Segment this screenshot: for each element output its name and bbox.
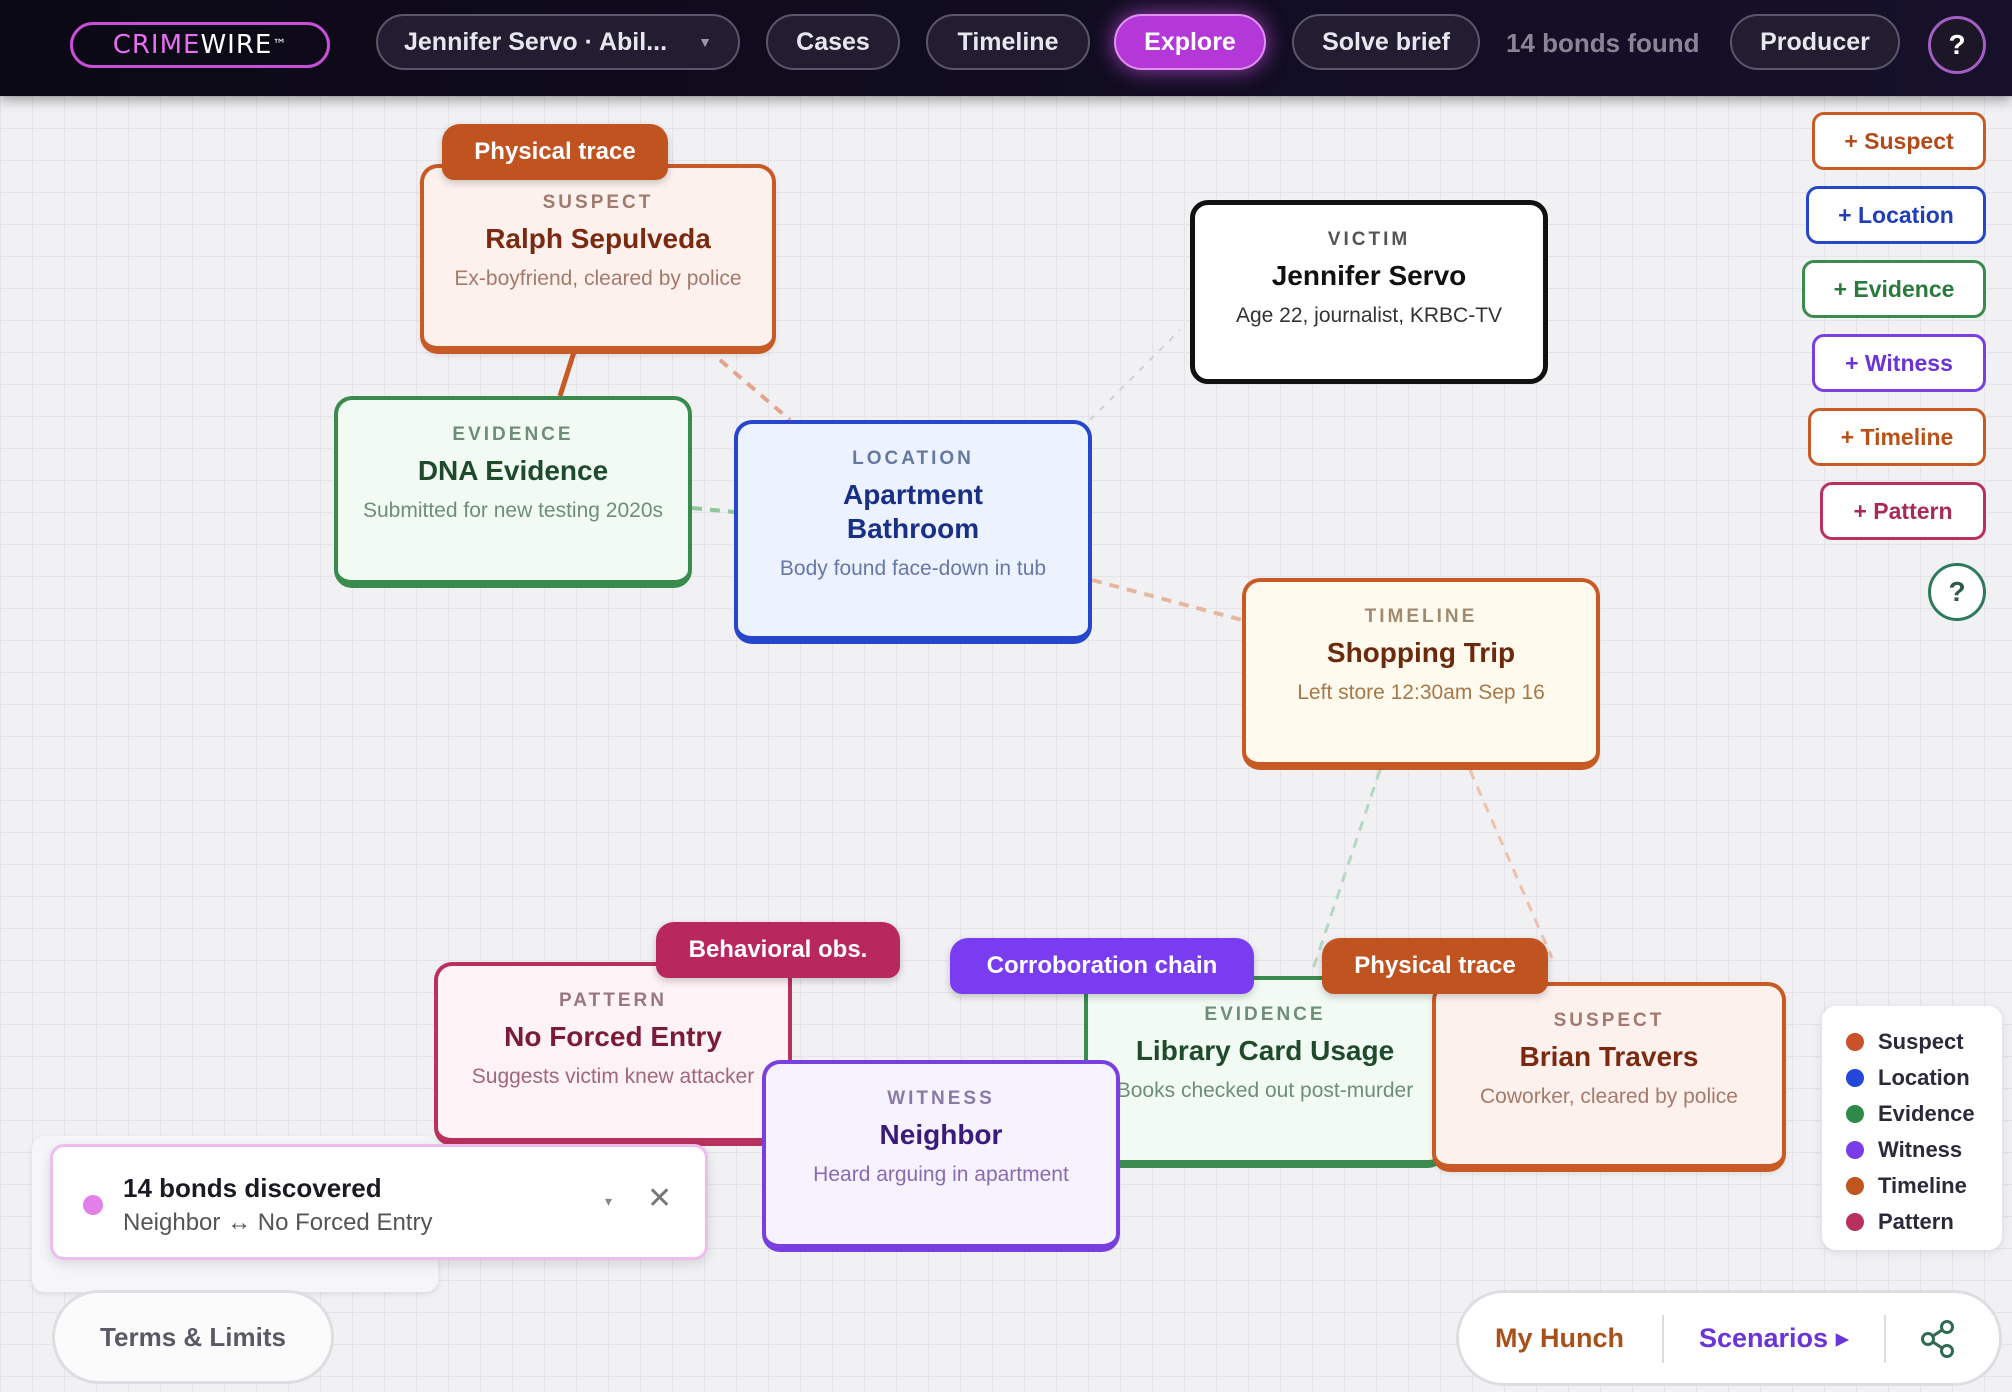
graph-help-button[interactable]: ? [1928,563,1986,621]
node-title: Apartment Bathroom [842,479,983,544]
divider [1662,1315,1664,1363]
legend-label: Timeline [1878,1173,1967,1198]
node-kind: PATTERN [559,990,667,1011]
share-icon[interactable] [1919,1319,1957,1359]
node-pattern-forced-entry[interactable]: PATTERN No Forced Entry Suggests victim … [434,962,792,1146]
node-location-bathroom[interactable]: LOCATION Apartment Bathroom Body found f… [734,420,1092,644]
node-title: Shopping Trip [1326,637,1516,668]
toast-title: 14 bonds discovered [123,1173,382,1203]
node-kind: EVIDENCE [452,424,574,445]
add-evidence-button[interactable]: + Evidence [1802,260,1986,318]
node-subtitle: Books checked out post-murder [1116,1079,1414,1102]
node-kind: LOCATION [852,448,974,469]
node-suspect-ralph[interactable]: SUSPECT Ralph Sepulveda Ex-boyfriend, cl… [420,164,776,354]
add-location-button[interactable]: + Location [1806,186,1986,244]
legend-dot [1846,1105,1864,1123]
node-title: DNA Evidence [417,455,609,486]
node-subtitle: Suggests victim knew attacker [471,1065,755,1088]
edge-dna-bathroom [691,506,735,514]
node-subtitle: Body found face-down in tub [779,557,1047,580]
edge-shopping-brian [1468,769,1554,959]
legend-dot [1846,1213,1864,1231]
node-subtitle: Age 22, journalist, KRBC-TV [1235,304,1503,327]
node-kind: VICTIM [1327,229,1411,250]
node-subtitle: Ex-boyfriend, cleared by police [454,267,742,290]
legend-item-evidence: Evidence [1846,1096,2002,1132]
scenarios-button[interactable]: Scenarios ▸ [1699,1323,1849,1354]
my-hunch-button[interactable]: My Hunch [1495,1323,1624,1354]
legend-item-witness: Witness [1846,1132,2002,1168]
node-title: Brian Travers [1519,1041,1699,1072]
edge-bathroom-shopping [1091,578,1243,622]
node-kind: SUSPECT [1553,1010,1665,1031]
chevron-down-icon[interactable]: ▾ [605,1193,612,1210]
node-kind: TIMELINE [1364,606,1478,627]
edge-bathroom-victim [1089,329,1181,421]
node-kind: WITNESS [887,1088,995,1109]
node-title: Neighbor [879,1119,1003,1150]
divider [1884,1315,1886,1363]
node-title: Library Card Usage [1135,1035,1395,1066]
add-pattern-button[interactable]: + Pattern [1820,482,1986,540]
bond-tag-behavioral[interactable]: Behavioral obs. [656,922,900,978]
legend-dot [1846,1141,1864,1159]
node-title: Jennifer Servo [1271,260,1467,291]
bond-tag-corroboration[interactable]: Corroboration chain [950,938,1254,994]
edge-ralph-bathroom [718,358,792,422]
toast-detail: Neighbor ↔ No Forced Entry [123,1209,433,1236]
legend-item-pattern: Pattern [1846,1204,2002,1240]
legend-label: Suspect [1878,1029,1964,1054]
edge-ralph-dna [557,351,577,397]
node-title: No Forced Entry [504,1021,722,1052]
node-witness-neighbor[interactable]: WITNESS Neighbor Heard arguing in apartm… [762,1060,1120,1252]
add-timeline-button[interactable]: + Timeline [1808,408,1986,466]
node-type-legend: Suspect Location Evidence Witness Timeli… [1822,1006,2002,1250]
pulse-dot-icon [83,1195,103,1215]
node-kind: EVIDENCE [1204,1004,1326,1025]
legend-item-location: Location [1846,1060,2002,1096]
node-timeline-shopping[interactable]: TIMELINE Shopping Trip Left store 12:30a… [1242,578,1600,770]
legend-label: Evidence [1878,1101,1975,1126]
close-icon[interactable]: ✕ [647,1181,672,1216]
node-victim-jennifer[interactable]: VICTIM Jennifer Servo Age 22, journalist… [1190,200,1548,384]
legend-label: Witness [1878,1137,1963,1162]
legend-item-timeline: Timeline [1846,1168,2002,1204]
terms-limits-button[interactable]: Terms & Limits [52,1290,334,1384]
add-witness-button[interactable]: + Witness [1812,334,1986,392]
node-kind: SUSPECT [542,192,654,213]
node-subtitle: Left store 12:30am Sep 16 [1297,681,1545,704]
node-title: Ralph Sepulveda [485,223,711,254]
node-evidence-library[interactable]: EVIDENCE Library Card Usage Books checke… [1084,976,1446,1168]
bond-tag-physical-trace-2[interactable]: Physical trace [1322,938,1548,994]
node-suspect-brian[interactable]: SUSPECT Brian Travers Coworker, cleared … [1432,982,1786,1172]
node-subtitle: Heard arguing in apartment [813,1163,1069,1186]
legend-dot [1846,1069,1864,1087]
node-subtitle: Submitted for new testing 2020s [362,499,663,522]
legend-item-suspect: Suspect [1846,1024,2002,1060]
add-suspect-button[interactable]: + Suspect [1812,112,1986,170]
bonds-toast[interactable]: 14 bonds discovered Neighbor ↔ No Forced… [50,1144,708,1260]
bond-tag-physical-trace[interactable]: Physical trace [442,124,668,180]
legend-label: Pattern [1878,1209,1954,1234]
node-subtitle: Coworker, cleared by police [1480,1085,1738,1108]
legend-label: Location [1878,1065,1970,1090]
legend-dot [1846,1177,1864,1195]
hunch-toolbar: My Hunch Scenarios ▸ [1456,1290,2002,1386]
legend-dot [1846,1033,1864,1051]
node-evidence-dna[interactable]: EVIDENCE DNA Evidence Submitted for new … [334,396,692,588]
